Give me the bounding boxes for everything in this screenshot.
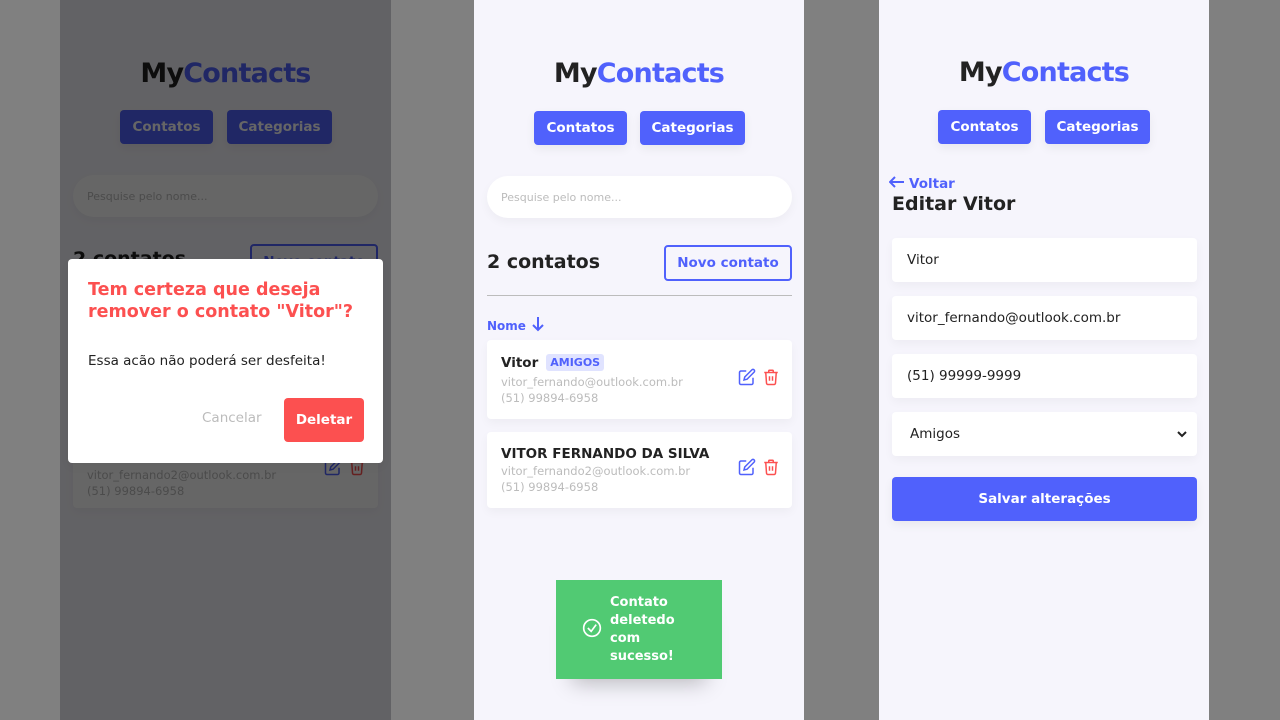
arrow-down-icon xyxy=(532,316,544,335)
back-link[interactable]: Voltar xyxy=(888,176,955,192)
confirm-delete-button[interactable]: Deletar xyxy=(284,398,364,442)
nav-contacts-button[interactable]: Contatos xyxy=(534,111,627,145)
app-logo: MyContacts xyxy=(553,58,725,89)
cancel-button[interactable]: Cancelar xyxy=(202,410,262,426)
check-circle-icon xyxy=(582,618,602,642)
contact-card: VITOR FERNANDO DA SILVA vitor_fernando2@… xyxy=(487,432,792,508)
category-badge: AMIGOS xyxy=(546,354,605,371)
arrow-left-icon xyxy=(888,176,905,192)
modal-title: Tem certeza que deseja remover o contato… xyxy=(88,280,354,322)
delete-confirmation-screen: MyContacts Contatos Categorias Pesquise … xyxy=(60,0,391,720)
nav-categories-button[interactable]: Categorias xyxy=(1045,110,1150,144)
chevron-down-icon xyxy=(1177,426,1187,442)
nav-categories-button[interactable]: Categorias xyxy=(640,111,745,145)
delete-icon[interactable] xyxy=(762,368,780,390)
category-select[interactable]: Amigos xyxy=(892,412,1197,456)
email-field[interactable]: vitor_fernando@outlook.com.br xyxy=(892,296,1197,340)
contact-name: VITOR FERNANDO DA SILVA xyxy=(501,446,710,462)
sort-by-name-button[interactable]: Nome xyxy=(487,316,544,335)
contact-email: vitor_fernando2@outlook.com.br xyxy=(501,464,691,478)
edit-contact-screen: MyContacts Contatos Categorias Voltar Ed… xyxy=(879,0,1209,720)
contact-phone: (51) 99894-6958 xyxy=(501,391,599,405)
delete-modal: Tem certeza que deseja remover o contato… xyxy=(68,259,383,463)
contact-list-screen: MyContacts Contatos Categorias Pesquise … xyxy=(474,0,804,720)
search-input[interactable]: Pesquise pelo nome... xyxy=(487,176,792,218)
contact-phone: (51) 99894-6958 xyxy=(501,480,599,494)
contacts-count-title: 2 contatos xyxy=(487,251,601,273)
edit-icon[interactable] xyxy=(738,458,756,480)
edit-icon[interactable] xyxy=(738,368,756,390)
contact-email: vitor_fernando@outlook.com.br xyxy=(501,375,683,389)
contact-card: Vitor AMIGOS vitor_fernando@outlook.com.… xyxy=(487,340,792,419)
nav-contacts-button[interactable]: Contatos xyxy=(938,110,1031,144)
phone-field[interactable]: (51) 99999-9999 xyxy=(892,354,1197,398)
modal-body: Essa acão não poderá ser desfeita! xyxy=(88,353,326,369)
new-contact-button[interactable]: Novo contato xyxy=(664,245,792,281)
contact-name: Vitor xyxy=(501,354,539,371)
save-changes-button[interactable]: Salvar alterações xyxy=(892,477,1197,521)
toast-message: Contato deletedo com sucesso! xyxy=(610,594,675,664)
page-title: Editar Vitor xyxy=(892,193,1016,215)
name-field[interactable]: Vitor xyxy=(892,238,1197,282)
success-toast[interactable]: Contato deletedo com sucesso! xyxy=(556,580,722,679)
delete-icon[interactable] xyxy=(762,458,780,480)
divider xyxy=(487,295,792,296)
app-logo: MyContacts xyxy=(958,57,1130,88)
